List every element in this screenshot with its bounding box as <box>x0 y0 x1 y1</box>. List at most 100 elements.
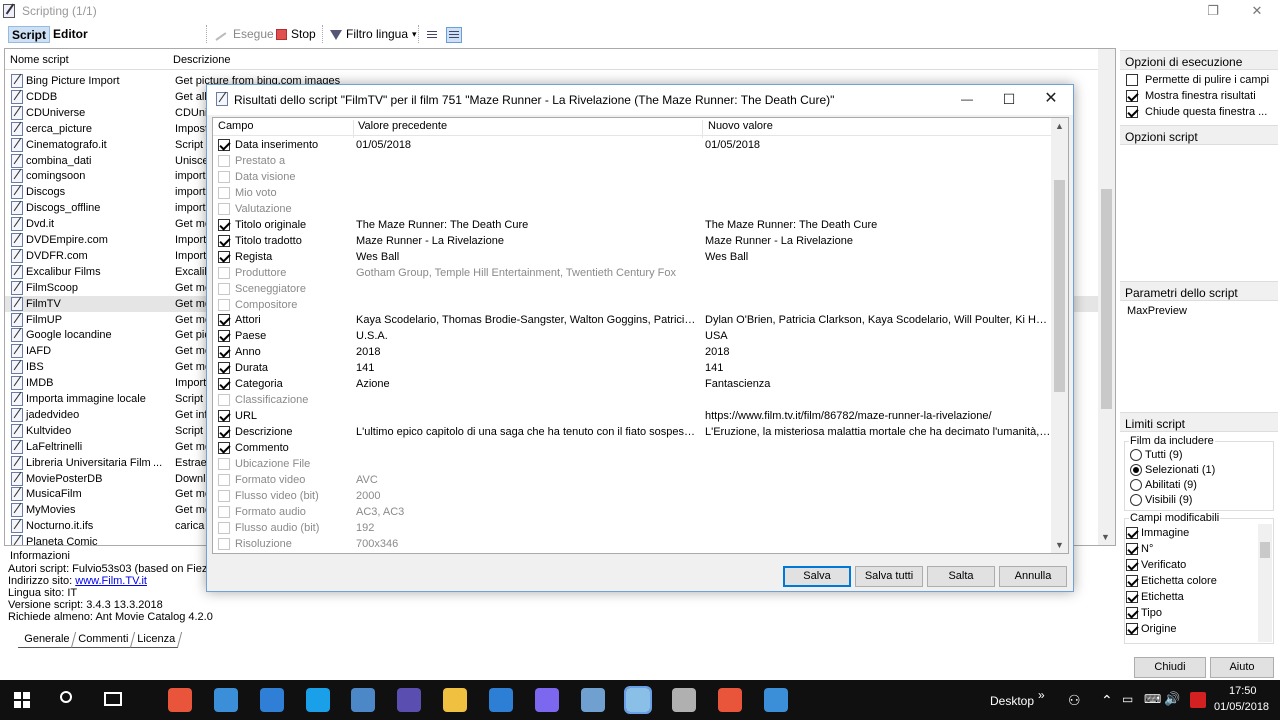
tab-script[interactable]: Script <box>8 26 51 43</box>
result-row-checkbox[interactable] <box>218 346 230 359</box>
skip-button[interactable]: Salta <box>927 566 995 587</box>
result-row-checkbox[interactable] <box>218 394 230 407</box>
antivirus-tray-icon[interactable] <box>1190 692 1206 708</box>
clock-time[interactable]: 17:50 <box>1229 685 1257 697</box>
firefox-icon[interactable] <box>535 688 559 712</box>
result-row[interactable]: Titolo tradotto Maze Runner - La Rivelazi… <box>213 233 1053 249</box>
stop-button[interactable]: Stop <box>276 26 316 43</box>
result-row[interactable]: Anno 2018 2018 <box>213 344 1053 360</box>
result-row-checkbox[interactable] <box>218 410 230 423</box>
grid-view-button[interactable] <box>446 26 462 43</box>
clock-date[interactable]: 01/05/2018 <box>1214 701 1269 713</box>
result-row-checkbox[interactable] <box>218 489 230 502</box>
list-view-button[interactable] <box>424 26 440 43</box>
search-icon[interactable] <box>60 691 72 703</box>
remote-desktop-icon[interactable] <box>214 688 238 712</box>
column-separator[interactable] <box>353 120 354 138</box>
network-icon[interactable]: ▭ <box>1122 692 1133 706</box>
result-row-checkbox[interactable] <box>218 139 230 151</box>
column-header-description[interactable]: Descrizione <box>173 54 230 66</box>
scrollbar-thumb[interactable] <box>1054 180 1065 392</box>
result-row[interactable]: Descrizione L'ultimo epico capitolo di un… <box>213 424 1053 440</box>
film-catalog-icon[interactable] <box>624 686 652 714</box>
result-row[interactable]: Classificazione <box>213 392 1053 408</box>
notes-icon[interactable] <box>718 688 742 712</box>
result-row-checkbox[interactable] <box>218 266 230 279</box>
script-param-maxpreview[interactable]: MaxPreview <box>1127 305 1187 317</box>
result-row[interactable]: Formato audio AC3, AC3 <box>213 504 1053 520</box>
close-dialog-button[interactable]: ✕ <box>1029 85 1073 115</box>
result-row[interactable]: Compositore <box>213 297 1053 313</box>
result-row[interactable]: Categoria Azione Fantascienza <box>213 376 1053 392</box>
option-clear-fields-checkbox[interactable] <box>1126 74 1138 86</box>
column-separator[interactable] <box>702 120 703 138</box>
column-header-name[interactable]: Nome script <box>10 54 69 66</box>
result-row[interactable]: Formato video AVC <box>213 472 1053 488</box>
keyboard-icon[interactable]: ⌨ <box>1144 692 1161 706</box>
result-row-checkbox[interactable] <box>218 282 230 295</box>
run-button[interactable]: Esegue <box>215 26 274 43</box>
result-row[interactable]: Valutazione <box>213 201 1053 217</box>
result-row-checkbox[interactable] <box>218 442 230 455</box>
column-header-field[interactable]: Campo <box>218 120 253 132</box>
result-row[interactable]: Regista Wes Ball Wes Ball <box>213 249 1053 265</box>
result-row[interactable]: Attori Kaya Scodelario, Thomas Brodie-San… <box>213 312 1053 328</box>
result-row-checkbox[interactable] <box>218 202 230 215</box>
result-row[interactable]: Paese U.S.A. USA <box>213 328 1053 344</box>
option-show-results-checkbox[interactable] <box>1126 90 1138 102</box>
column-header-new-value[interactable]: Nuovo valore <box>708 120 773 132</box>
people-icon[interactable]: ⚇ <box>1068 692 1081 709</box>
cancel-button[interactable]: Annulla <box>999 566 1067 587</box>
result-row[interactable]: Ubicazione File <box>213 456 1053 472</box>
results-grid-scrollbar[interactable]: ▲ ▼ <box>1051 118 1068 553</box>
field-checkbox[interactable] <box>1126 543 1138 555</box>
result-row-checkbox[interactable] <box>218 505 230 518</box>
field-checkbox[interactable] <box>1126 559 1138 571</box>
chrome-icon[interactable] <box>168 688 192 712</box>
save-all-button[interactable]: Salva tutti <box>855 566 923 587</box>
field-checkbox[interactable] <box>1126 607 1138 619</box>
info-site-link[interactable]: www.Film.TV.it <box>75 575 147 587</box>
tab-generale[interactable]: Generale <box>17 632 77 648</box>
tray-expand-icon[interactable]: ⌃ <box>1101 692 1113 709</box>
vpn-icon[interactable] <box>672 688 696 712</box>
result-row-checkbox[interactable] <box>218 170 230 183</box>
films-enabled-radio[interactable] <box>1130 479 1142 491</box>
result-row-checkbox[interactable] <box>218 186 230 199</box>
toolbar-chevron-icon[interactable]: » <box>1038 688 1045 702</box>
field-checkbox[interactable] <box>1126 575 1138 587</box>
maximize-dialog-button[interactable]: ☐ <box>987 85 1031 115</box>
result-row[interactable]: Prestato a <box>213 153 1053 169</box>
ant-movie-icon[interactable] <box>443 688 467 712</box>
result-row-checkbox[interactable] <box>218 314 230 327</box>
task-view-icon[interactable] <box>104 692 122 706</box>
result-row-checkbox[interactable] <box>218 330 230 343</box>
result-row[interactable]: Flusso audio (bit) 192 <box>213 520 1053 536</box>
field-checkbox[interactable] <box>1126 591 1138 603</box>
tab-licenza[interactable]: Licenza <box>131 632 183 648</box>
thunderbird-icon[interactable] <box>397 688 421 712</box>
scroll-up-icon[interactable]: ▲ <box>1055 121 1064 131</box>
fields-scrollbar[interactable] <box>1258 524 1272 642</box>
result-row-checkbox[interactable] <box>218 154 230 167</box>
result-row[interactable]: Flusso video (bit) 2000 <box>213 488 1053 504</box>
scrollbar-thumb[interactable] <box>1260 542 1270 558</box>
field-checkbox[interactable] <box>1126 527 1138 539</box>
result-row-checkbox[interactable] <box>218 458 230 470</box>
result-row-checkbox[interactable] <box>218 473 230 486</box>
result-row[interactable]: Commento <box>213 440 1053 456</box>
result-row-checkbox[interactable] <box>218 426 230 439</box>
result-row[interactable]: Produttore Gotham Group, Temple Hill Ente… <box>213 265 1053 281</box>
result-row-checkbox[interactable] <box>218 362 230 375</box>
scrollbar-thumb[interactable] <box>1101 189 1112 409</box>
tab-commenti[interactable]: Commenti <box>72 632 136 648</box>
result-row-checkbox[interactable] <box>218 521 230 534</box>
result-row[interactable]: Data visione <box>213 169 1053 185</box>
restore-button[interactable]: ❐ <box>1191 0 1235 22</box>
column-header-previous-value[interactable]: Valore precedente <box>358 120 447 132</box>
result-row[interactable]: Mio voto <box>213 185 1053 201</box>
films-selected-radio[interactable] <box>1130 464 1142 476</box>
minimize-dialog-button[interactable]: — <box>945 85 989 115</box>
films-all-radio[interactable] <box>1130 449 1142 461</box>
close-button[interactable]: Chiudi <box>1134 657 1206 678</box>
